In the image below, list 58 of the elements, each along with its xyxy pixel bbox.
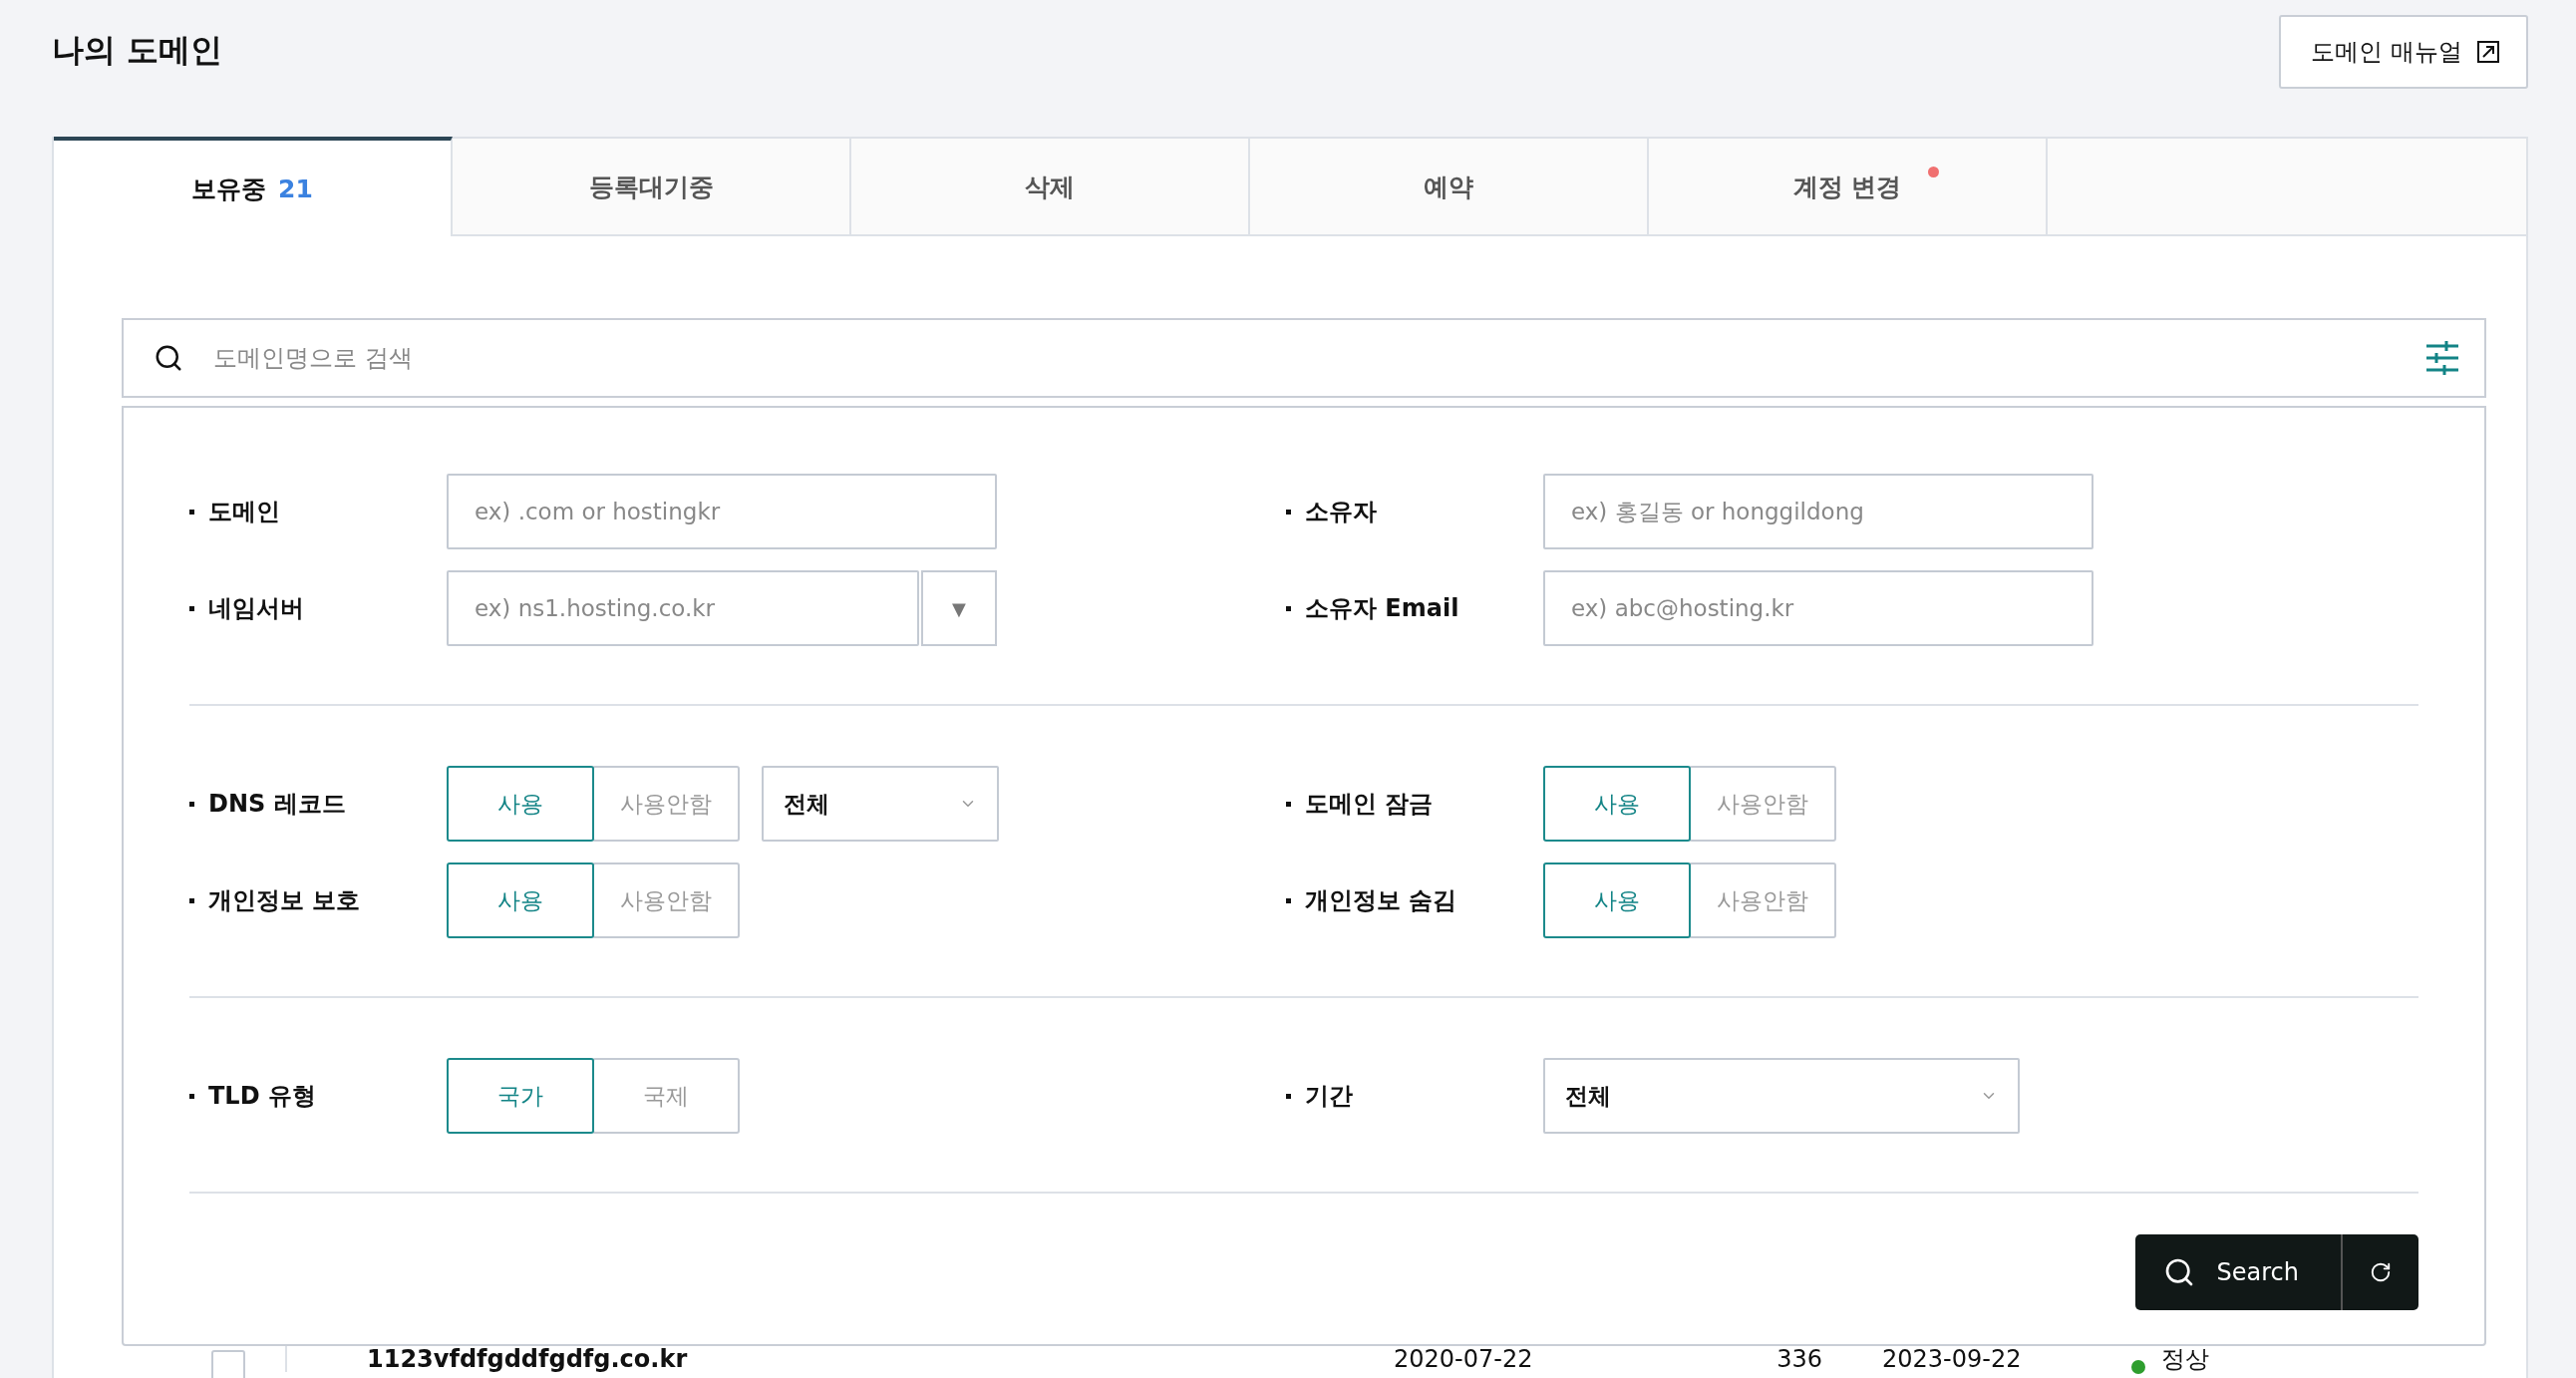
external-link-icon: [2476, 40, 2500, 64]
bullet-icon: [1286, 801, 1291, 807]
search-button[interactable]: Search: [2134, 1234, 2341, 1310]
days-cell-text: 336: [1775, 1346, 1822, 1373]
text-field[interactable]: ex) abc@hosting.kr: [1543, 570, 2093, 646]
bullet-icon: [189, 1093, 194, 1099]
toggle-option[interactable]: 국제: [592, 1058, 740, 1134]
bullet-icon: [189, 801, 194, 807]
status-cell-text: 정상: [2161, 1346, 2210, 1373]
toggle-option[interactable]: 사용안함: [1689, 862, 1836, 938]
date-cell-text: 2023-09-22: [1881, 1346, 2023, 1373]
toggle-option[interactable]: 사용: [1543, 766, 1691, 842]
toggle-option[interactable]: 사용안함: [592, 766, 740, 842]
search-bar[interactable]: 도메인명으로 검색: [122, 318, 2486, 398]
toggle-option[interactable]: 사용: [447, 862, 594, 938]
tab[interactable]: 보유중 21: [54, 137, 453, 236]
toggle-option[interactable]: 국가: [447, 1058, 594, 1134]
toggle-option[interactable]: 사용: [447, 766, 594, 842]
toggle-option[interactable]: 사용안함: [1689, 766, 1836, 842]
toggle-option[interactable]: 사용: [1543, 862, 1691, 938]
text-field[interactable]: ex) 홍길동 or honggildong: [1543, 474, 2093, 549]
filter-label: 도메인 잠금: [1305, 789, 1434, 820]
toggle-option[interactable]: 사용안함: [592, 862, 740, 938]
filter-label: TLD 유형: [208, 1081, 316, 1112]
domain-cell: 1123vfdfgddfgdfg.co.kr: [285, 1346, 1364, 1373]
nameserver-field[interactable]: ex) ns1.hosting.co.kr: [447, 570, 919, 646]
filter-label: 소유자: [1305, 497, 1377, 527]
filter-label: 소유자 Email: [1305, 593, 1459, 624]
filter-label: 도메인: [208, 497, 280, 527]
search-icon: [154, 343, 183, 373]
tab[interactable]: 등록대기중: [453, 137, 851, 236]
text-field[interactable]: ex) .com or hostingkr: [447, 474, 997, 549]
filter-label: 개인정보 보호: [208, 885, 361, 916]
tab-count: 21: [278, 173, 313, 203]
refresh-icon: [2370, 1261, 2392, 1283]
tab[interactable]: 계정 변경: [1649, 137, 2048, 236]
filter-icon[interactable]: [2424, 341, 2460, 375]
manual-button[interactable]: 도메인 매뉴얼: [2279, 15, 2528, 89]
refresh-button[interactable]: [2341, 1234, 2418, 1310]
tab[interactable]: 삭제: [851, 137, 1250, 236]
bullet-icon: [189, 605, 194, 611]
filter-label: 네임서버: [208, 593, 304, 624]
row-checkbox[interactable]: [211, 1350, 245, 1378]
filter-label: 개인정보 숨김: [1305, 885, 1457, 916]
select-field[interactable]: 전체: [762, 766, 999, 842]
dropdown-button[interactable]: ▼: [921, 570, 997, 646]
tab[interactable]: 예약: [1250, 137, 1649, 236]
date-cell-text: 2020-07-22: [1393, 1346, 1534, 1373]
bullet-icon: [1286, 1093, 1291, 1099]
select-field[interactable]: 전체: [1543, 1058, 2020, 1134]
bullet-icon: [1286, 605, 1291, 611]
bullet-icon: [189, 509, 194, 515]
page-title: 나의 도메인: [52, 30, 223, 71]
filter-label: DNS 레코드: [208, 789, 346, 820]
bullet-icon: [1286, 897, 1291, 903]
bullet-icon: [1286, 509, 1291, 515]
filter-label: 기간: [1305, 1081, 1353, 1112]
bullet-icon: [189, 897, 194, 903]
